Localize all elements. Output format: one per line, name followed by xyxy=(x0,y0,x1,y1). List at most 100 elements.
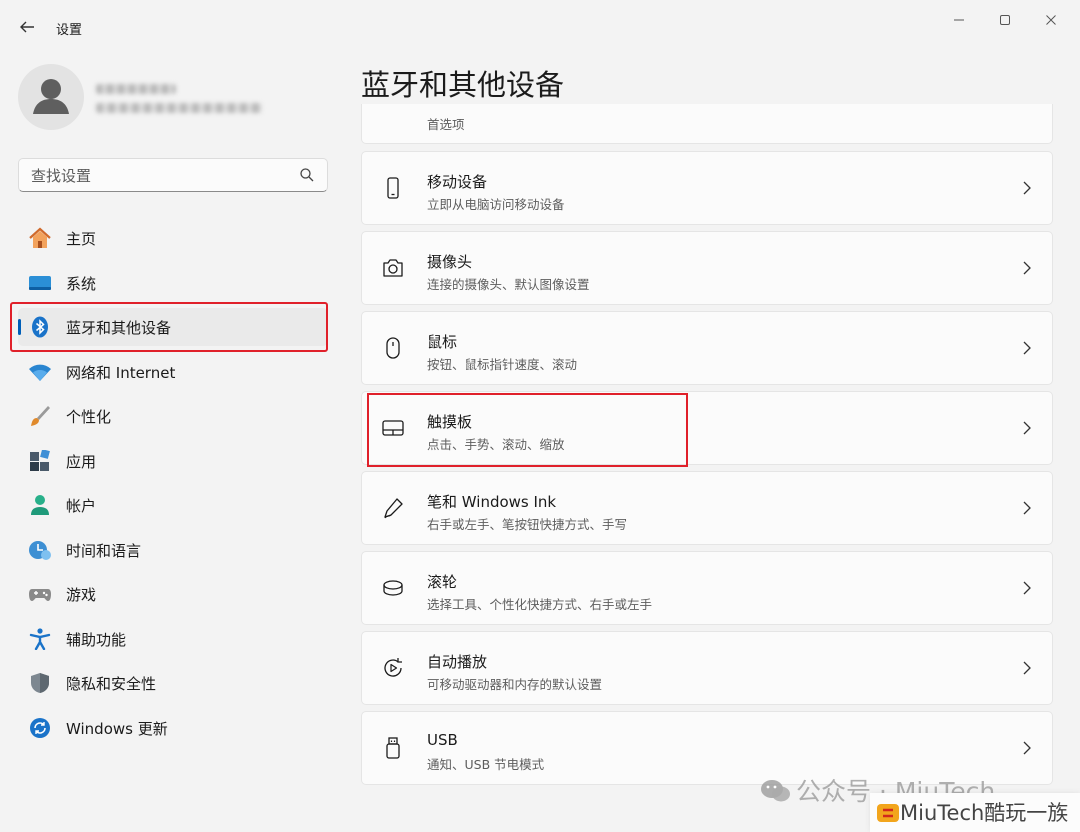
settings-list: 首选项 移动设备 立即从电脑访问移动设备 摄像头 连接的摄像头、默认图像设置 鼠… xyxy=(361,104,1053,832)
profile-name: ████ xyxy=(96,84,176,94)
back-arrow-icon xyxy=(20,21,34,33)
bluetooth-icon xyxy=(32,316,48,338)
gamepad-icon xyxy=(29,589,51,601)
sidebar-item-label: 隐私和安全性 xyxy=(66,675,157,693)
sidebar-item-accessibility[interactable]: 辅助功能 xyxy=(18,620,328,658)
page-title: 蓝牙和其他设备 xyxy=(361,68,565,102)
sidebar-item-label: Windows 更新 xyxy=(66,720,168,738)
settings-card-camera[interactable]: 摄像头 连接的摄像头、默认图像设置 xyxy=(361,231,1053,305)
sidebar-item-network[interactable]: 网络和 Internet xyxy=(18,353,328,391)
sidebar-item-label: 应用 xyxy=(66,453,97,471)
user-avatar-icon xyxy=(33,79,69,114)
search-icon[interactable] xyxy=(299,167,315,183)
chevron-right-icon xyxy=(1023,261,1031,275)
sidebar-item-label: 系统 xyxy=(66,275,97,293)
chevron-right-icon xyxy=(1023,341,1031,355)
chevron-right-icon xyxy=(1023,581,1031,595)
brand-logo-icon xyxy=(877,804,899,822)
chevron-right-icon xyxy=(1023,661,1031,675)
sidebar-item-label: 帐户 xyxy=(66,497,97,515)
sidebar-item-label: 时间和语言 xyxy=(66,542,142,560)
search-box[interactable] xyxy=(18,158,328,192)
app-title: 设置 xyxy=(56,23,83,38)
card-title: 滚轮 xyxy=(427,573,458,591)
usb-icon xyxy=(386,737,400,759)
maximize-icon xyxy=(1000,15,1010,25)
sidebar-item-windows-update[interactable]: Windows 更新 xyxy=(18,709,328,747)
phone-icon xyxy=(387,177,399,199)
settings-card-autoplay[interactable]: 自动播放 可移动驱动器和内存的默认设置 xyxy=(361,631,1053,705)
settings-card-pen-ink[interactable]: 笔和 Windows Ink 右手或左手、笔按钮快捷方式、手写 xyxy=(361,471,1053,545)
card-subtitle: 首选项 xyxy=(427,117,465,132)
close-icon xyxy=(1046,15,1056,25)
card-subtitle: 立即从电脑访问移动设备 xyxy=(427,197,565,212)
minimize-icon xyxy=(954,19,964,21)
card-title: 鼠标 xyxy=(427,333,458,351)
sidebar-item-apps[interactable]: 应用 xyxy=(18,442,328,480)
sidebar-item-bluetooth[interactable]: 蓝牙和其他设备 xyxy=(18,308,328,346)
settings-card-touchpad[interactable]: 触摸板 点击、手势、滚动、缩放 xyxy=(361,391,1053,465)
sidebar-item-system[interactable]: 系统 xyxy=(18,264,328,302)
search-input[interactable] xyxy=(29,164,293,188)
close-button[interactable] xyxy=(1028,6,1074,36)
windows-update-icon xyxy=(30,718,50,738)
accessibility-icon xyxy=(29,628,51,650)
back-button[interactable] xyxy=(14,14,40,40)
watermark-bottom-text: MiuTech酷玩一族 xyxy=(900,801,1069,825)
settings-card-mouse[interactable]: 鼠标 按钮、鼠标指针速度、滚动 xyxy=(361,311,1053,385)
minimize-button[interactable] xyxy=(936,6,982,36)
chevron-right-icon xyxy=(1023,421,1031,435)
card-subtitle: 可移动驱动器和内存的默认设置 xyxy=(427,677,603,692)
sidebar-item-label: 辅助功能 xyxy=(66,631,127,649)
card-title: 移动设备 xyxy=(427,173,488,191)
card-title: 触摸板 xyxy=(427,413,473,431)
autoplay-icon xyxy=(384,658,402,677)
sidebar-item-label: 网络和 Internet xyxy=(66,364,176,382)
card-subtitle: 右手或左手、笔按钮快捷方式、手写 xyxy=(427,517,628,532)
sidebar-item-gaming[interactable]: 游戏 xyxy=(18,575,328,613)
chevron-right-icon xyxy=(1023,741,1031,755)
card-title: USB xyxy=(427,731,458,749)
selection-indicator xyxy=(18,319,21,335)
avatar[interactable] xyxy=(18,64,84,130)
apps-icon xyxy=(30,450,50,471)
card-title: 自动播放 xyxy=(427,653,488,671)
card-subtitle: 按钮、鼠标指针速度、滚动 xyxy=(427,357,578,372)
camera-icon xyxy=(383,259,403,277)
sidebar-item-accounts[interactable]: 帐户 xyxy=(18,486,328,524)
paintbrush-icon xyxy=(31,406,50,426)
wheel-icon xyxy=(383,580,403,596)
shield-icon xyxy=(31,673,49,693)
sidebar-item-label: 个性化 xyxy=(66,408,112,426)
time-language-icon xyxy=(29,541,51,560)
sidebar-item-privacy[interactable]: 隐私和安全性 xyxy=(18,664,328,702)
settings-card-wheel[interactable]: 滚轮 选择工具、个性化快捷方式、右手或左手 xyxy=(361,551,1053,625)
title-bar: 设置 xyxy=(0,0,1080,52)
maximize-button[interactable] xyxy=(982,6,1028,36)
touchpad-icon xyxy=(382,420,404,436)
settings-card-partial[interactable]: 首选项 xyxy=(361,104,1053,144)
profile-email: ████████████ xyxy=(96,103,262,113)
account-icon xyxy=(31,495,49,515)
chevron-right-icon xyxy=(1023,181,1031,195)
card-title: 笔和 Windows Ink xyxy=(427,493,557,511)
card-subtitle: 选择工具、个性化快捷方式、右手或左手 xyxy=(427,597,653,612)
sidebar-item-personalization[interactable]: 个性化 xyxy=(18,397,328,435)
mouse-icon xyxy=(386,337,400,359)
chevron-right-icon xyxy=(1023,501,1031,515)
pen-icon xyxy=(384,498,403,519)
card-subtitle: 点击、手势、滚动、缩放 xyxy=(427,437,565,452)
sidebar-item-label: 游戏 xyxy=(66,586,97,604)
sidebar-item-label: 主页 xyxy=(66,230,97,248)
card-subtitle: 连接的摄像头、默认图像设置 xyxy=(427,277,590,292)
wifi-icon xyxy=(29,364,51,381)
settings-card-mobile-devices[interactable]: 移动设备 立即从电脑访问移动设备 xyxy=(361,151,1053,225)
sidebar-item-time-language[interactable]: 时间和语言 xyxy=(18,531,328,569)
card-title: 摄像头 xyxy=(427,253,473,271)
home-icon xyxy=(29,227,51,248)
card-subtitle: 通知、USB 节电模式 xyxy=(427,757,545,772)
watermark-bottom: MiuTech酷玩一族 xyxy=(870,793,1080,832)
sidebar-item-home[interactable]: 主页 xyxy=(18,219,328,257)
system-display-icon xyxy=(29,276,51,290)
sidebar-item-label: 蓝牙和其他设备 xyxy=(66,319,172,337)
